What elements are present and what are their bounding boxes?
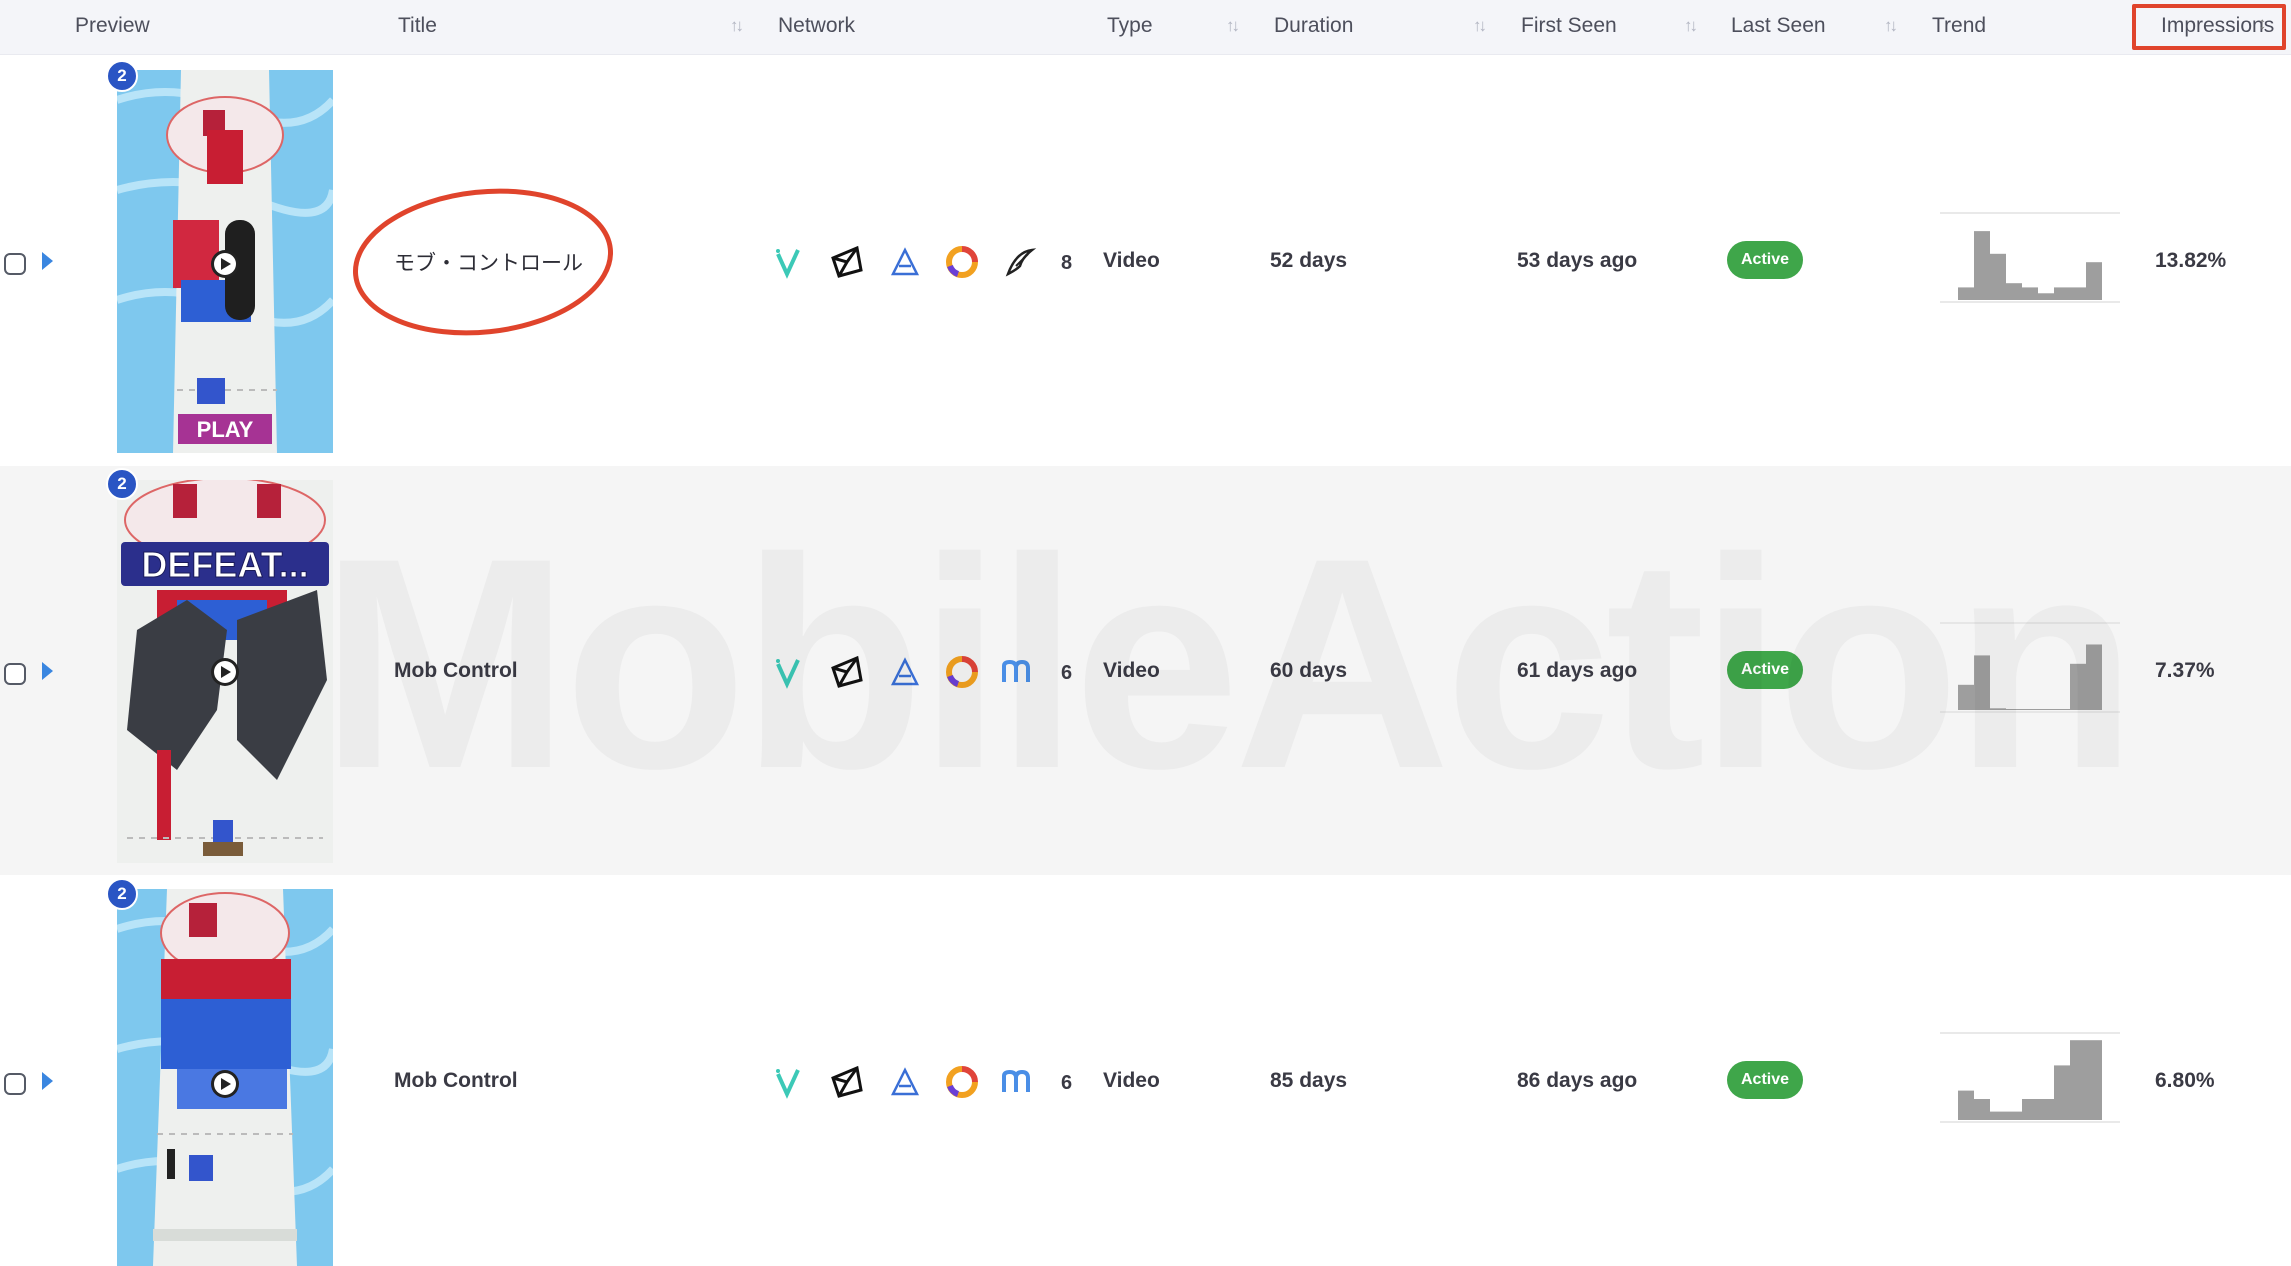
table-header: Preview Title ↑↓ Network Type ↑↓ Duratio… [0,0,2291,55]
unity-icon [831,655,863,688]
creative-count-badge: 2 [106,878,138,910]
creative-count-badge: 2 [106,468,138,500]
col-last-seen[interactable]: Last Seen [1731,14,1826,38]
impressions-value: 7.37% [2155,659,2215,682]
creative-count-badge: 2 [106,60,138,92]
sort-first-seen-icon[interactable]: ↑↓ [1684,16,1698,36]
trend-bar [1958,684,1974,710]
trend-bar [2070,287,2086,300]
trend-bar [2022,1099,2038,1120]
impressions-highlight-box [2132,4,2286,50]
trend-bar [2086,262,2102,300]
creative-type: Video [1103,249,1160,272]
creative-type: Video [1103,1069,1160,1092]
trend-bar [2054,287,2070,300]
thumb-play-label: PLAY [197,417,254,442]
video-thumbnail[interactable] [117,889,333,1266]
creative-duration: 60 days [1270,659,1348,682]
trend-sparkline [1940,1032,2120,1123]
col-title[interactable]: Title [398,14,437,38]
mintegral-icon [1002,659,1030,682]
trend-bar [1990,708,2006,710]
trend-bar [1990,253,2006,300]
vungle-icon [776,1069,800,1099]
video-thumbnail[interactable]: PLAY [117,70,333,453]
status-badge: Active [1727,241,1803,279]
status-badge: Active [1727,651,1803,689]
trend-bar [2086,644,2102,710]
table-row[interactable]: 2 DEFEAT... Mob Control 6 Video 60 days … [0,466,2291,875]
trend-bar [2038,709,2054,710]
row-checkbox[interactable] [4,253,26,275]
creative-type: Video [1103,659,1160,682]
video-thumbnail[interactable]: DEFEAT... [117,480,333,863]
creative-title[interactable]: Mob Control [394,659,518,683]
trend-sparkline [1940,212,2120,303]
trend-bar [1958,1090,1974,1120]
vungle-icon [776,659,800,689]
trend-bar [2022,287,2038,300]
trend-bar [2038,1099,2054,1120]
trend-bar [2070,663,2086,710]
trend-bar [1974,231,1990,300]
col-trend: Trend [1932,14,1987,37]
trend-bar [2070,1040,2086,1120]
network-count[interactable]: 6 [1061,662,1072,685]
expand-arrow-icon[interactable] [42,662,53,680]
col-type[interactable]: Type [1107,14,1153,38]
sort-type-icon[interactable]: ↑↓ [1226,16,1240,36]
unity-icon [831,1065,863,1098]
google-ads-icon [946,246,978,278]
trend-bar [1974,1099,1990,1120]
trend-bar [2006,1111,2022,1120]
trend-bar [2038,293,2054,300]
unity-icon [831,245,863,278]
trend-bar [2006,283,2022,300]
applovin-icon [890,247,920,276]
col-first-seen[interactable]: First Seen [1521,14,1617,38]
trend-sparkline [1940,622,2120,713]
network-count[interactable]: 8 [1061,252,1072,275]
trend-bar [2054,1065,2070,1120]
creative-title[interactable]: Mob Control [394,1069,518,1093]
table-row[interactable]: 2 PLAY モブ・コントロール 8 Video 52 days 53 days… [0,56,2291,465]
google-ads-icon [946,1066,978,1098]
trend-bar [1958,287,1974,300]
trend-bar [1990,1111,2006,1120]
trend-bar [2086,1040,2102,1120]
col-duration[interactable]: Duration [1274,14,1353,38]
creative-title[interactable]: モブ・コントロール [394,247,583,277]
network-count[interactable]: 6 [1061,1072,1072,1095]
trend-bar [2054,709,2070,710]
creative-duration: 85 days [1270,1069,1348,1092]
mintegral-icon [1002,1069,1030,1092]
row-checkbox[interactable] [4,663,26,685]
ironsource-icon [1005,248,1037,277]
first-seen: 53 days ago [1517,249,1638,272]
vungle-icon [776,249,800,279]
applovin-icon [890,657,920,686]
creative-duration: 52 days [1270,249,1348,272]
sort-title-icon[interactable]: ↑↓ [730,16,744,36]
google-ads-icon [946,656,978,688]
col-network: Network [778,14,856,37]
trend-bar [2006,709,2022,710]
first-seen: 86 days ago [1517,1069,1638,1092]
trend-bar [2022,709,2038,710]
status-badge: Active [1727,1061,1803,1099]
expand-arrow-icon[interactable] [42,252,53,270]
applovin-icon [890,1067,920,1096]
impressions-value: 6.80% [2155,1069,2215,1092]
expand-arrow-icon[interactable] [42,1072,53,1090]
impressions-value: 13.82% [2155,249,2227,272]
thumb-defeat-label: DEFEAT... [141,544,308,585]
row-checkbox[interactable] [4,1073,26,1095]
first-seen: 61 days ago [1517,659,1638,682]
sort-last-seen-icon[interactable]: ↑↓ [1884,16,1898,36]
sort-duration-icon[interactable]: ↑↓ [1473,16,1487,36]
trend-bar [1974,655,1990,710]
table-row[interactable]: 2 Mob Control 6 Video 85 days 86 days ag… [0,876,2291,1266]
col-preview: Preview [75,14,150,37]
